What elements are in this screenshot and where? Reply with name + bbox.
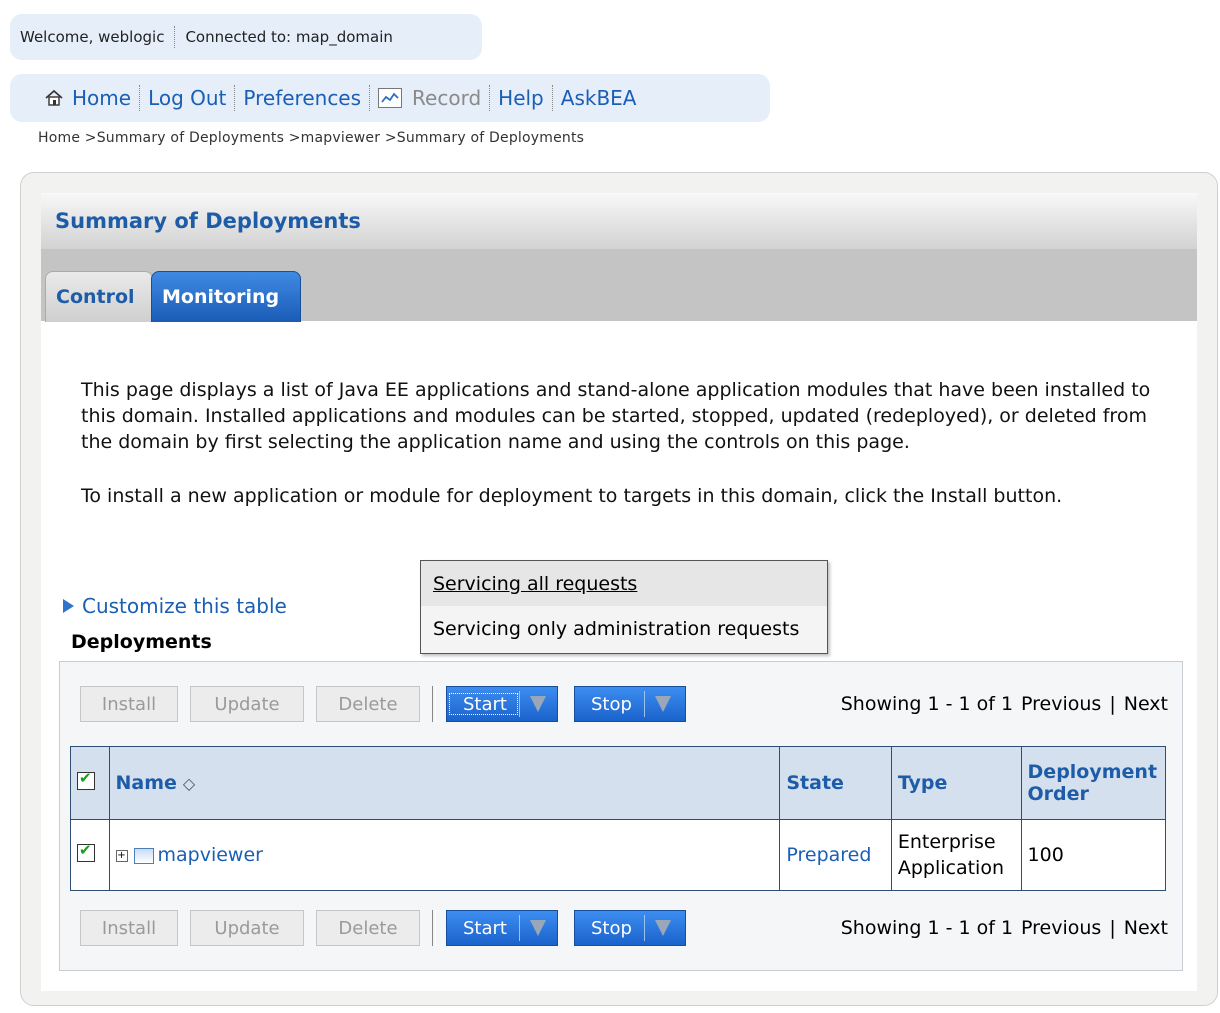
pager-bottom: Showing 1 - 1 of 1 Previous | Next — [833, 908, 1168, 948]
update-button[interactable]: Update — [190, 910, 304, 946]
table-header-row: Name ◇ State Type Deployment Order — [70, 746, 1167, 820]
expand-triangle-icon — [63, 599, 74, 613]
page-title: Summary of Deployments — [41, 193, 1197, 249]
deployment-order-cell: 100 — [1020, 819, 1167, 891]
start-dropdown-menu: Servicing all requests Servicing only ad… — [420, 560, 828, 654]
column-header-name-label: Name — [115, 772, 177, 794]
install-button[interactable]: Install — [80, 910, 178, 946]
tab-monitoring[interactable]: Monitoring — [151, 271, 301, 322]
start-button[interactable]: Start — [446, 910, 558, 946]
chevron-down-icon — [654, 920, 671, 936]
deployments-table-container: Install Update Delete Start Stop Showing… — [59, 661, 1183, 971]
tab-control[interactable]: Control — [45, 271, 153, 322]
nav-logout[interactable]: Log Out — [140, 86, 234, 110]
row-checkbox[interactable] — [77, 841, 95, 862]
column-header-name[interactable]: Name ◇ — [108, 746, 781, 820]
pager-status: Showing 1 - 1 of 1 — [840, 917, 1014, 939]
description-paragraph: This page displays a list of Java EE app… — [81, 379, 1151, 453]
previous-link[interactable]: Previous — [1021, 693, 1101, 715]
pager-separator: | — [1109, 693, 1116, 715]
row-select-cell — [70, 819, 110, 891]
breadcrumb[interactable]: Home >Summary of Deployments >mapviewer … — [38, 130, 584, 146]
description-paragraph: To install a new application or module f… — [81, 485, 1063, 507]
stop-button-label: Stop — [575, 691, 645, 717]
toolbar-divider — [432, 910, 436, 946]
application-icon — [133, 847, 154, 864]
nav-help[interactable]: Help — [490, 86, 552, 110]
nav-preferences[interactable]: Preferences — [235, 86, 369, 110]
chevron-down-icon — [654, 696, 671, 712]
toolbar-divider — [432, 686, 436, 722]
update-button[interactable]: Update — [190, 686, 304, 722]
type-cell: Enterprise Application — [890, 819, 1022, 891]
delete-button[interactable]: Delete — [316, 910, 420, 946]
select-all-header — [70, 746, 110, 820]
table-title: Deployments — [71, 631, 212, 653]
install-button[interactable]: Install — [80, 686, 178, 722]
start-button[interactable]: Start — [446, 686, 558, 722]
next-link[interactable]: Next — [1124, 917, 1168, 939]
nav-askbea[interactable]: AskBEA — [553, 86, 645, 110]
column-header-type[interactable]: Type — [890, 746, 1022, 820]
welcome-greeting: Welcome, weblogic — [20, 28, 165, 46]
chevron-down-icon — [529, 696, 546, 712]
tab-bar: Control Monitoring — [41, 249, 1197, 322]
pager-separator: | — [1109, 917, 1116, 939]
chevron-down-icon — [529, 920, 546, 936]
name-cell: + mapviewer — [108, 819, 781, 891]
delete-button[interactable]: Delete — [316, 686, 420, 722]
next-link[interactable]: Next — [1124, 693, 1168, 715]
connection-info: Connected to: map_domain — [185, 28, 393, 46]
pager-top: Showing 1 - 1 of 1 Previous | Next — [833, 684, 1168, 724]
menu-item-servicing-admin-requests[interactable]: Servicing only administration requests — [421, 606, 827, 651]
previous-link[interactable]: Previous — [1021, 917, 1101, 939]
start-button-label: Start — [447, 691, 520, 717]
deployment-name-link[interactable]: mapviewer — [158, 844, 263, 866]
deployment-state-link[interactable]: Prepared — [786, 844, 871, 866]
customize-table-label[interactable]: Customize this table — [82, 594, 287, 618]
top-nav: Home Log Out Preferences Record Help Ask… — [10, 74, 770, 122]
toolbar-bottom: Install Update Delete Start Stop — [80, 908, 698, 948]
nav-home[interactable]: Home — [10, 86, 139, 110]
pager-status: Showing 1 - 1 of 1 — [840, 693, 1014, 715]
stop-button-label: Stop — [575, 915, 645, 941]
stop-button[interactable]: Stop — [574, 910, 686, 946]
column-header-deployment-order[interactable]: Deployment Order — [1020, 746, 1167, 820]
nav-home-label: Home — [72, 86, 132, 110]
sort-ascending-icon[interactable]: ◇ — [183, 774, 195, 793]
record-icon — [378, 88, 403, 108]
customize-table-link[interactable]: Customize this table — [63, 594, 287, 618]
page-description: This page displays a list of Java EE app… — [81, 377, 1161, 537]
table-row: + mapviewer Prepared Enterprise Applicati… — [70, 819, 1167, 891]
welcome-bar: Welcome, weblogic Connected to: map_doma… — [10, 14, 482, 60]
column-header-state[interactable]: State — [779, 746, 892, 820]
home-icon — [45, 89, 63, 106]
toolbar-top: Install Update Delete Start Stop — [80, 684, 698, 724]
nav-record: Record — [370, 86, 489, 110]
stop-button[interactable]: Stop — [574, 686, 686, 722]
nav-record-label: Record — [412, 86, 482, 110]
expand-tree-icon[interactable]: + — [115, 849, 128, 862]
start-button-label: Start — [447, 915, 520, 941]
select-all-checkbox[interactable] — [77, 769, 95, 790]
deployments-table: Name ◇ State Type Deployment Order + mapvi… — [70, 746, 1167, 891]
state-cell: Prepared — [779, 819, 892, 891]
menu-item-servicing-all-requests[interactable]: Servicing all requests — [421, 561, 827, 606]
